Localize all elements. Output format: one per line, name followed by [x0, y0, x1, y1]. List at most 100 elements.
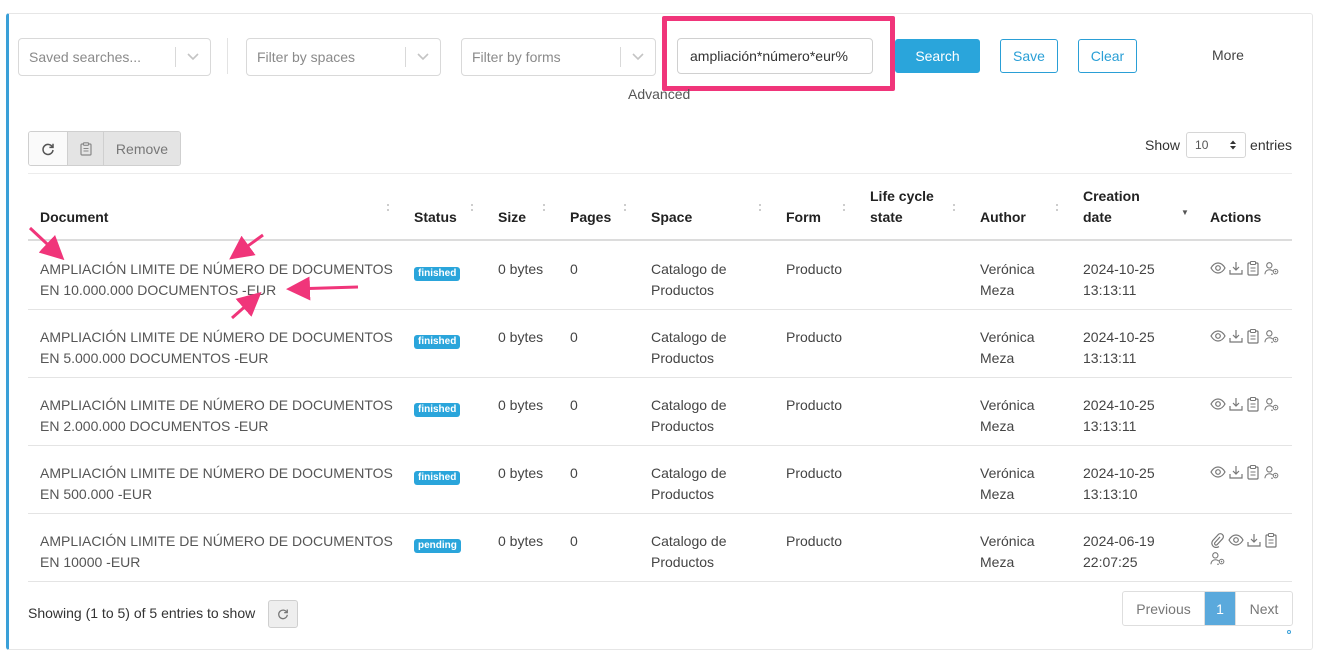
save-button[interactable]: Save	[1000, 39, 1058, 73]
status-badge: finished	[414, 267, 461, 281]
author-cell: Verónica Meza	[980, 261, 1035, 298]
status-cell: finished	[414, 329, 461, 350]
size-cell: 0 bytes	[498, 329, 544, 345]
footer-refresh-button[interactable]	[268, 600, 298, 628]
space-cell: Catalogo de Productos	[651, 397, 727, 434]
next-page-button[interactable]: Next	[1236, 592, 1292, 625]
header-status[interactable]: Status	[414, 207, 457, 228]
author-cell: Verónica Meza	[980, 465, 1035, 502]
pages-cell: 0	[570, 397, 578, 413]
table-toolbar: Remove	[28, 131, 181, 166]
search-button[interactable]: Search	[895, 39, 980, 73]
user-settings-icon[interactable]	[1264, 396, 1280, 412]
clipboard-icon[interactable]	[1246, 396, 1262, 412]
chevron-down-icon	[621, 53, 655, 61]
refresh-button[interactable]	[29, 132, 68, 165]
form-cell: Producto	[786, 261, 843, 277]
header-space[interactable]: Space	[651, 207, 692, 228]
clipboard-button[interactable]	[68, 132, 104, 165]
show-label: Show	[1145, 137, 1181, 153]
eye-icon[interactable]	[1210, 464, 1226, 480]
show-entries: Show 10 entries	[1145, 132, 1292, 158]
document-name[interactable]: AMPLIACIÓN LIMITE DE NÚMERO DE DOCUMENTO…	[40, 395, 400, 437]
actions-cell	[1210, 464, 1280, 480]
eye-icon[interactable]	[1228, 532, 1244, 548]
spaces-filter-select[interactable]: Filter by spaces	[246, 38, 441, 76]
entries-value: 10	[1195, 138, 1209, 152]
document-name[interactable]: AMPLIACIÓN LIMITE DE NÚMERO DE DOCUMENTO…	[40, 259, 400, 301]
entries-select[interactable]: 10	[1186, 132, 1247, 158]
clipboard-icon[interactable]	[1246, 328, 1262, 344]
header-form[interactable]: Form	[786, 207, 821, 228]
eye-icon[interactable]	[1210, 260, 1226, 276]
download-icon[interactable]	[1246, 532, 1262, 548]
sort-icon	[952, 203, 958, 213]
document-name[interactable]: AMPLIACIÓN LIMITE DE NÚMERO DE DOCUMENTO…	[40, 531, 400, 573]
header-document[interactable]: Document	[40, 207, 108, 228]
form-cell: Producto	[786, 465, 843, 481]
advanced-link[interactable]: Advanced	[628, 86, 690, 102]
download-icon[interactable]	[1228, 396, 1244, 412]
user-settings-icon[interactable]	[1210, 550, 1226, 566]
header-creation-date[interactable]: Creation date	[1083, 186, 1153, 228]
status-badge: finished	[414, 335, 461, 349]
document-name[interactable]: AMPLIACIÓN LIMITE DE NÚMERO DE DOCUMENTO…	[40, 327, 400, 369]
table-row[interactable]: AMPLIACIÓN LIMITE DE NÚMERO DE DOCUMENTO…	[28, 446, 1292, 514]
sort-icon	[1055, 203, 1061, 213]
sort-icon	[542, 203, 548, 213]
date-cell: 2024-10-25 13:13:11	[1083, 329, 1155, 366]
download-icon[interactable]	[1228, 464, 1244, 480]
date-cell: 2024-10-25 13:13:11	[1083, 261, 1155, 298]
header-size[interactable]: Size	[498, 207, 526, 228]
table-row[interactable]: AMPLIACIÓN LIMITE DE NÚMERO DE DOCUMENTO…	[28, 378, 1292, 446]
clear-button[interactable]: Clear	[1078, 39, 1137, 73]
remove-button[interactable]: Remove	[104, 132, 180, 165]
author-cell: Verónica Meza	[980, 533, 1035, 570]
clipboard-icon	[79, 141, 92, 156]
clipboard-icon[interactable]	[1264, 532, 1280, 548]
user-settings-icon[interactable]	[1264, 464, 1280, 480]
sort-icon	[470, 203, 476, 213]
author-cell: Verónica Meza	[980, 397, 1035, 434]
forms-filter-select[interactable]: Filter by forms	[461, 38, 656, 76]
page-1-button[interactable]: 1	[1205, 592, 1236, 625]
download-icon[interactable]	[1228, 328, 1244, 344]
status-cell: finished	[414, 261, 461, 282]
eye-icon[interactable]	[1210, 396, 1226, 412]
status-cell: finished	[414, 397, 461, 418]
saved-searches-select[interactable]: Saved searches...	[18, 38, 211, 76]
table-row[interactable]: AMPLIACIÓN LIMITE DE NÚMERO DE DOCUMENTO…	[28, 514, 1292, 582]
actions-cell	[1210, 328, 1280, 344]
resize-handle-icon	[1287, 630, 1291, 634]
header-author[interactable]: Author	[980, 207, 1026, 228]
form-cell: Producto	[786, 397, 843, 413]
eye-icon[interactable]	[1210, 328, 1226, 344]
forms-filter-placeholder: Filter by forms	[472, 49, 561, 65]
search-input[interactable]	[677, 38, 873, 74]
table-info: Showing (1 to 5) of 5 entries to show	[28, 605, 256, 621]
date-cell: 2024-10-25 13:13:11	[1083, 397, 1155, 434]
more-link[interactable]: More	[1212, 47, 1244, 63]
sort-icon	[623, 203, 629, 213]
space-cell: Catalogo de Productos	[651, 465, 727, 502]
clipboard-icon[interactable]	[1246, 260, 1262, 276]
user-settings-icon[interactable]	[1264, 328, 1280, 344]
header-pages[interactable]: Pages	[570, 207, 611, 228]
document-name[interactable]: AMPLIACIÓN LIMITE DE NÚMERO DE DOCUMENTO…	[40, 463, 400, 505]
table-row[interactable]: AMPLIACIÓN LIMITE DE NÚMERO DE DOCUMENTO…	[28, 310, 1292, 378]
space-cell: Catalogo de Productos	[651, 261, 727, 298]
header-lifecycle[interactable]: Life cycle state	[870, 186, 950, 228]
clipboard-icon[interactable]	[1246, 464, 1262, 480]
entries-label: entries	[1250, 137, 1293, 153]
spaces-filter-placeholder: Filter by spaces	[257, 49, 356, 65]
table-row[interactable]: AMPLIACIÓN LIMITE DE NÚMERO DE DOCUMENTO…	[28, 242, 1292, 310]
status-badge: finished	[414, 403, 461, 417]
user-settings-icon[interactable]	[1264, 260, 1280, 276]
actions-cell	[1210, 396, 1280, 412]
paperclip-icon[interactable]	[1210, 532, 1226, 548]
previous-page-button[interactable]: Previous	[1123, 592, 1205, 625]
status-cell: finished	[414, 465, 461, 486]
sort-icon	[842, 203, 848, 213]
download-icon[interactable]	[1228, 260, 1244, 276]
status-badge: pending	[414, 539, 461, 553]
